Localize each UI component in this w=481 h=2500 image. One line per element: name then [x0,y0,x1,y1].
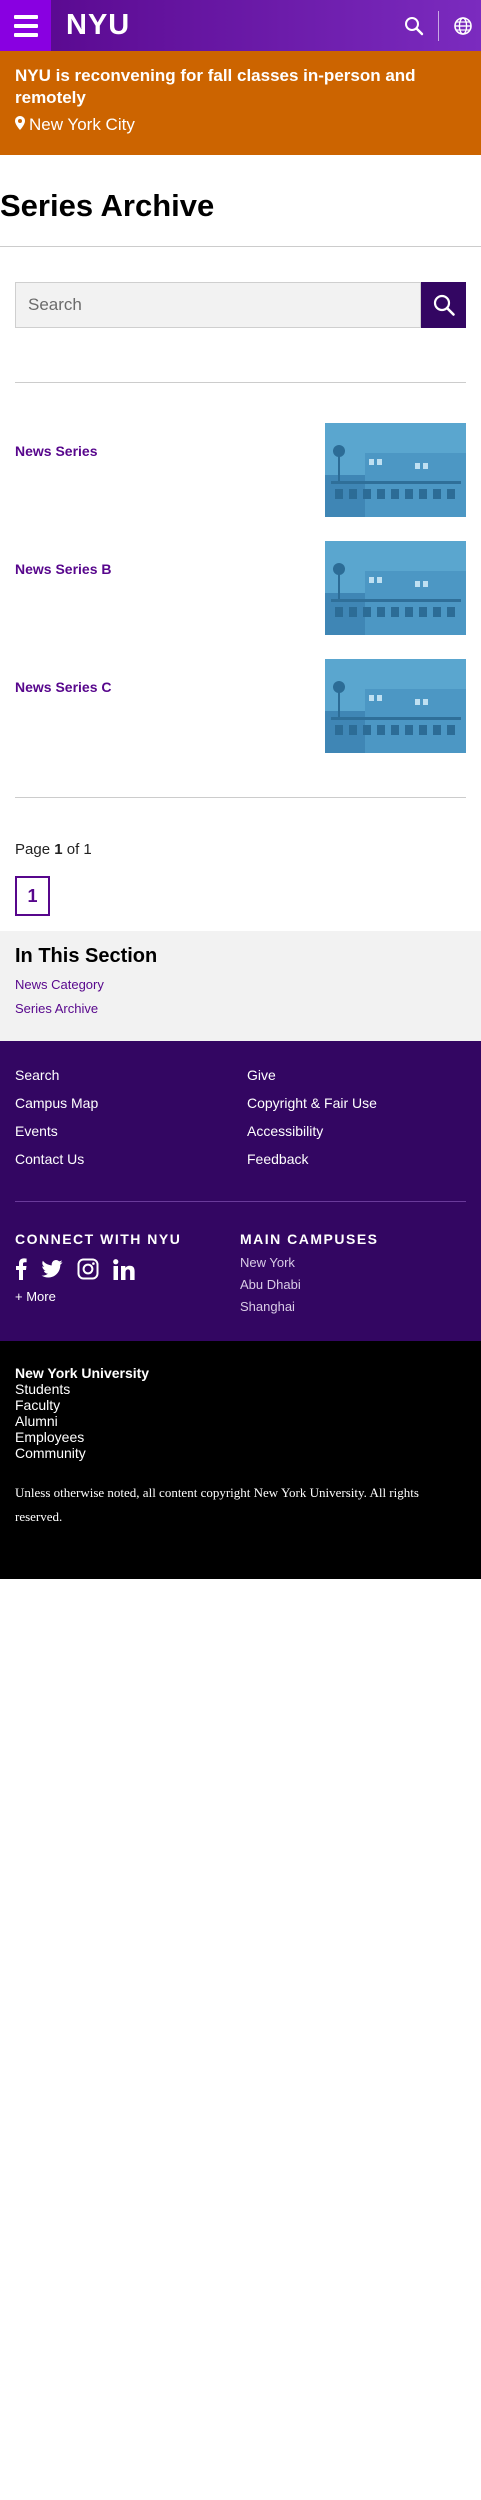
copyright-notice: Unless otherwise noted, all content copy… [15,1485,419,1524]
footer-link-campus-map[interactable]: Campus Map [15,1095,98,1111]
audience-link-community[interactable]: Community [15,1445,466,1461]
page-1-button[interactable]: 1 [15,876,50,916]
footer-link-events[interactable]: Events [15,1123,58,1139]
footer-links-section: Search Campus Map Events Contact Us Give… [0,1041,481,1341]
item-title-link[interactable]: News Series C [15,679,112,695]
audience-links: Students Faculty Alumni Employees Commun… [15,1381,466,1461]
footer-link-give[interactable]: Give [247,1067,276,1083]
item-thumbnail-image[interactable] [325,541,466,635]
section-heading: In This Section [15,945,158,967]
page-title: Series Archive [0,188,215,223]
campuses-heading: MAIN CAMPUSES [240,1231,379,1247]
twitter-icon[interactable] [41,1260,63,1283]
connect-heading: CONNECT WITH NYU [15,1231,182,1247]
campus-link-new-york[interactable]: New York [240,1255,295,1270]
header-divider [438,10,439,41]
instagram-icon[interactable] [77,1258,99,1285]
social-links [15,1258,135,1285]
pagination-current: 1 [54,841,63,858]
pagination-total: 1 [83,841,92,858]
facebook-icon[interactable] [15,1258,27,1285]
pagination-summary: Page 1 of 1 [15,841,92,858]
footer-link-copyright[interactable]: Copyright & Fair Use [247,1095,377,1111]
search-form [15,282,466,328]
alert-title[interactable]: NYU is reconvening for fall classes in-p… [15,65,466,109]
footer-divider [15,1201,466,1202]
item-title-link[interactable]: News Series B [15,561,112,577]
footer-link-accessibility[interactable]: Accessibility [247,1123,323,1139]
list-item: News Series B [15,541,466,635]
search-input[interactable] [15,282,421,328]
search-divider [15,382,466,383]
university-name[interactable]: New York University [15,1365,466,1381]
linkedin-icon[interactable] [113,1258,135,1285]
audience-link-faculty[interactable]: Faculty [15,1397,466,1413]
footer-bottom: New York University Students Faculty Alu… [0,1341,481,1579]
campus-link-shanghai[interactable]: Shanghai [240,1299,295,1314]
pagination-of: of [66,841,80,858]
section-link-news-category[interactable]: News Category [15,977,466,992]
campus-link-abu-dhabi[interactable]: Abu Dhabi [240,1277,301,1292]
footer-link-contact-us[interactable]: Contact Us [15,1151,84,1167]
hamburger-menu-icon[interactable] [0,0,51,51]
more-social-link[interactable]: + More [15,1289,56,1304]
list-item: News Series C [15,659,466,753]
in-this-section: In This Section News Category Series Arc… [0,931,481,1041]
list-divider [15,797,466,798]
alert-location-text: New York City [29,115,135,134]
search-submit-button[interactable] [421,282,466,328]
search-icon[interactable] [396,0,432,51]
top-navigation-bar: NYU [0,0,481,51]
item-title-link[interactable]: News Series [15,443,98,459]
globe-icon[interactable] [445,0,481,51]
alert-location: New York City [15,115,466,135]
audience-link-alumni[interactable]: Alumni [15,1413,466,1429]
title-divider [0,246,481,247]
search-icon [433,294,455,316]
nyu-logo[interactable]: NYU [66,9,130,42]
audience-link-students[interactable]: Students [15,1381,466,1397]
item-thumbnail-image[interactable] [325,659,466,753]
alert-banner[interactable]: NYU is reconvening for fall classes in-p… [0,51,481,155]
footer-link-feedback[interactable]: Feedback [247,1151,308,1167]
footer-link-search[interactable]: Search [15,1067,59,1083]
audience-link-employees[interactable]: Employees [15,1429,466,1445]
item-thumbnail-image[interactable] [325,423,466,517]
section-link-series-archive[interactable]: Series Archive [15,1001,466,1016]
pagination-prefix: Page [15,841,51,858]
list-item: News Series [15,423,466,517]
map-pin-icon [15,115,25,135]
